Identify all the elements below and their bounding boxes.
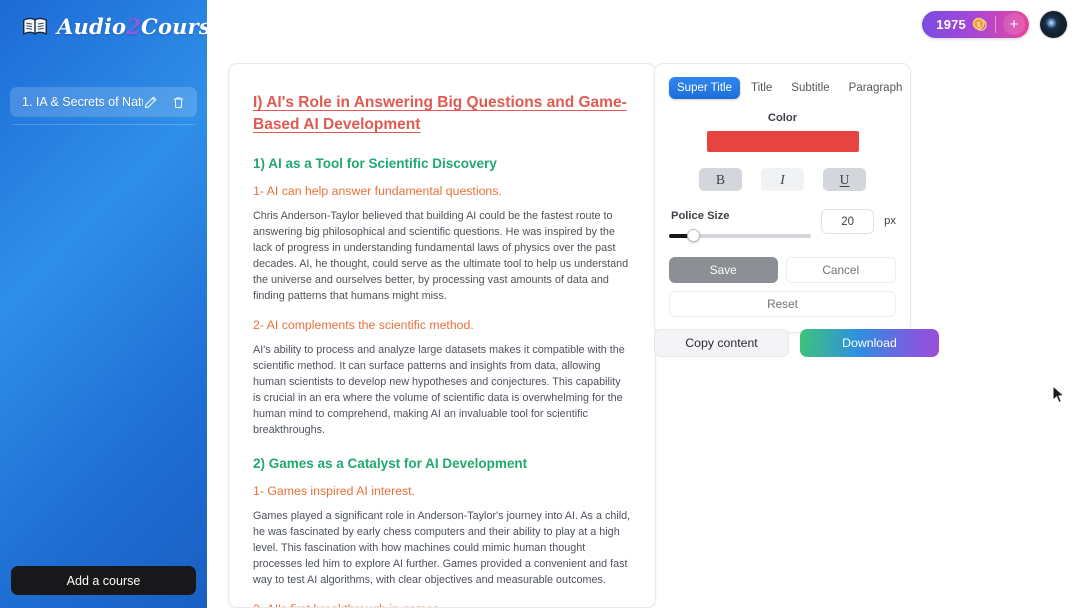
pill-separator bbox=[995, 15, 996, 33]
style-tabs: Super Title Title Subtitle Paragraph bbox=[669, 77, 902, 99]
add-credits-button[interactable]: + bbox=[1003, 13, 1025, 35]
mouse-cursor bbox=[1052, 384, 1066, 404]
sub-heading-1-2: 2- AI complements the scientific method. bbox=[253, 318, 474, 332]
brand-logo[interactable]: Audio2Course bbox=[0, 0, 207, 39]
paragraph-1-1: Chris Anderson-Taylor believed that buil… bbox=[253, 209, 629, 302]
trash-icon[interactable] bbox=[171, 95, 186, 110]
tab-title[interactable]: Title bbox=[743, 77, 780, 99]
avatar[interactable] bbox=[1040, 10, 1067, 38]
section-heading-1: 1) AI as a Tool for Scientific Discovery bbox=[253, 156, 497, 171]
open-book-icon bbox=[22, 16, 48, 38]
font-size-slider[interactable] bbox=[669, 229, 812, 243]
main-area: 1975 1 + I) AI's Role in Answering Big Q… bbox=[207, 0, 1080, 608]
reset-button[interactable]: Reset bbox=[669, 291, 896, 317]
tab-subtitle[interactable]: Subtitle bbox=[783, 77, 837, 99]
download-button[interactable]: Download bbox=[800, 329, 939, 357]
add-course-button[interactable]: Add a course bbox=[11, 566, 196, 595]
sub-heading-2-2: 2- AI's first breakthrough in games. bbox=[253, 602, 631, 607]
pencil-icon[interactable] bbox=[143, 95, 158, 110]
color-label: Color bbox=[767, 112, 798, 124]
document-title: I) AI's Role in Answering Big Questions … bbox=[253, 94, 627, 133]
sidebar-item-course-1[interactable]: 1. IA & Secrets of Nature bbox=[10, 87, 197, 117]
sidebar: Audio2Course 1. IA & Secrets of Nature bbox=[0, 0, 207, 608]
paragraph-2-1: Games played a significant role in Ander… bbox=[253, 509, 631, 587]
sidebar-divider bbox=[12, 124, 195, 125]
copy-content-button[interactable]: Copy content bbox=[654, 329, 789, 357]
font-size-slider-wrap: Police Size bbox=[669, 209, 812, 243]
tab-paragraph[interactable]: Paragraph bbox=[841, 77, 911, 99]
italic-button[interactable]: I bbox=[761, 168, 804, 191]
course-title: 1. IA & Secrets of Nature bbox=[22, 95, 143, 109]
coin-icon: 1 bbox=[971, 16, 988, 33]
slider-thumb[interactable] bbox=[687, 229, 701, 242]
color-swatch[interactable] bbox=[706, 131, 859, 152]
top-bar: 1975 1 + bbox=[207, 0, 1080, 48]
sub-heading-1-1: 1- AI can help answer fundamental questi… bbox=[253, 183, 502, 198]
document-card: I) AI's Role in Answering Big Questions … bbox=[228, 63, 656, 608]
save-cancel-row: Save Cancel bbox=[669, 257, 896, 283]
style-editor-panel: Super Title Title Subtitle Paragraph Col… bbox=[654, 63, 911, 333]
tab-super-title[interactable]: Super Title bbox=[669, 77, 740, 99]
underline-button[interactable]: U bbox=[823, 168, 866, 191]
brand-digit: 2 bbox=[126, 14, 142, 39]
action-buttons: Copy content Download bbox=[654, 329, 939, 357]
text-style-buttons: B I U bbox=[669, 168, 896, 191]
bold-button[interactable]: B bbox=[699, 168, 742, 191]
brand-part2: Course bbox=[141, 14, 207, 39]
paragraph-1-2: AI's ability to process and analyze larg… bbox=[253, 343, 625, 437]
app-root: Audio2Course 1. IA & Secrets of Nature bbox=[0, 0, 1080, 608]
save-button[interactable]: Save bbox=[669, 257, 778, 283]
svg-text:1: 1 bbox=[977, 21, 981, 28]
font-size-row: Police Size px bbox=[669, 209, 896, 243]
font-size-input[interactable] bbox=[821, 209, 875, 234]
brand-title: Audio2Course bbox=[57, 14, 207, 39]
police-size-label: Police Size bbox=[671, 210, 730, 222]
px-unit-label: px bbox=[884, 215, 896, 227]
sub-heading-2-1: 1- Games inspired AI interest. bbox=[253, 484, 415, 498]
brand-part1: Audio bbox=[57, 14, 127, 39]
credits-amount: 1975 bbox=[936, 16, 966, 32]
section-heading-2: 2) Games as a Catalyst for AI Developmen… bbox=[253, 456, 528, 472]
course-list: 1. IA & Secrets of Nature bbox=[0, 87, 207, 125]
credits-badge[interactable]: 1975 1 + bbox=[922, 10, 1029, 38]
cancel-button[interactable]: Cancel bbox=[785, 257, 896, 283]
